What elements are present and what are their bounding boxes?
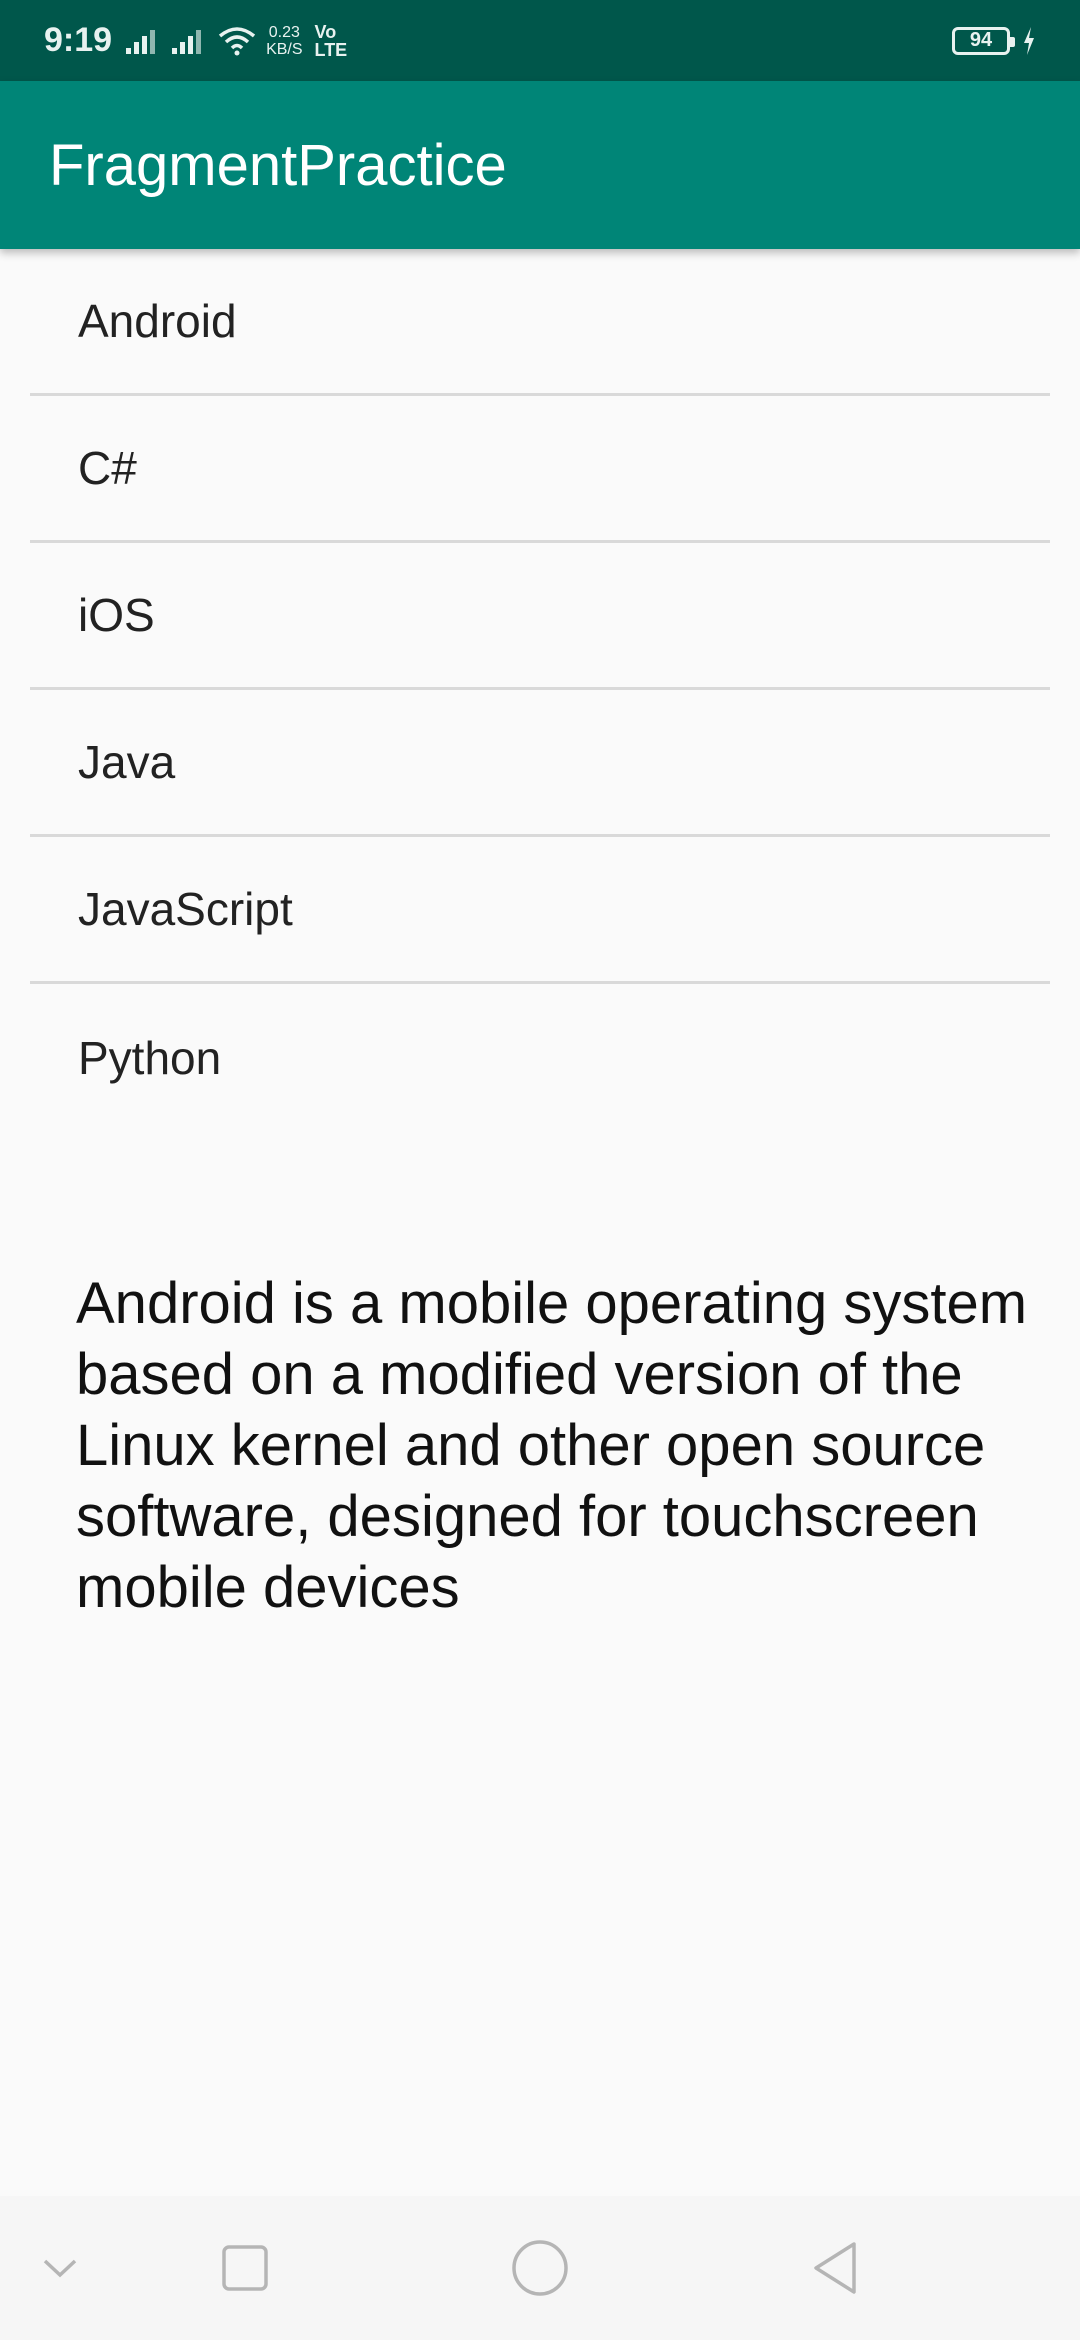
battery-icon: 94 [952, 26, 1015, 55]
list-item-csharp[interactable]: C# [30, 396, 1050, 543]
list-item-label: C# [78, 442, 137, 494]
volte-indicator: Vo LTE [315, 23, 348, 59]
recents-button[interactable] [200, 2196, 290, 2340]
home-circle-icon [512, 2240, 568, 2296]
net-speed-unit: KB/S [266, 40, 303, 58]
back-triangle-icon [814, 2242, 856, 2294]
list-item-label: Python [78, 1031, 222, 1084]
wifi-icon [218, 26, 256, 55]
chevron-down-icon [43, 2259, 77, 2278]
status-bar: 9:19 0.23 KB/S Vo LTE 94 [0, 0, 1080, 81]
status-icons: 0.23 KB/S Vo LTE [126, 23, 347, 59]
app-bar: FragmentPractice [0, 81, 1080, 249]
battery-indicator: 94 [952, 26, 1036, 55]
net-speed: 0.23 KB/S [266, 24, 302, 58]
charging-icon [1024, 26, 1034, 55]
vo-label: Vo [314, 21, 337, 42]
list-item-javascript[interactable]: JavaScript [30, 837, 1050, 984]
app-title: FragmentPractice [49, 132, 507, 198]
list-item-label: Java [78, 736, 176, 788]
list-item-ios[interactable]: iOS [30, 543, 1050, 690]
hide-nav-button[interactable] [20, 2196, 100, 2340]
lte-label: LTE [314, 39, 348, 60]
status-time: 9:19 [44, 21, 113, 59]
list-item-python[interactable]: Python [30, 984, 1050, 1131]
detail-description: Android is a mobile operating system bas… [76, 1271, 1028, 1620]
navigation-bar [0, 2196, 1080, 2340]
recents-square-icon [222, 2245, 268, 2291]
list-item-android[interactable]: Android [30, 249, 1050, 396]
signal-icon [126, 29, 156, 54]
back-button[interactable] [790, 2196, 880, 2340]
net-speed-value: 0.23 [268, 23, 300, 41]
battery-level: 94 [969, 29, 993, 51]
home-button[interactable] [490, 2196, 590, 2340]
signal-icon-2 [172, 29, 202, 54]
list-item-java[interactable]: Java [30, 690, 1050, 837]
list-item-label: JavaScript [78, 883, 293, 935]
language-list: Android C# iOS Java JavaScript Python [30, 249, 1050, 1131]
list-item-label: Android [78, 295, 237, 347]
list-item-label: iOS [78, 589, 155, 641]
